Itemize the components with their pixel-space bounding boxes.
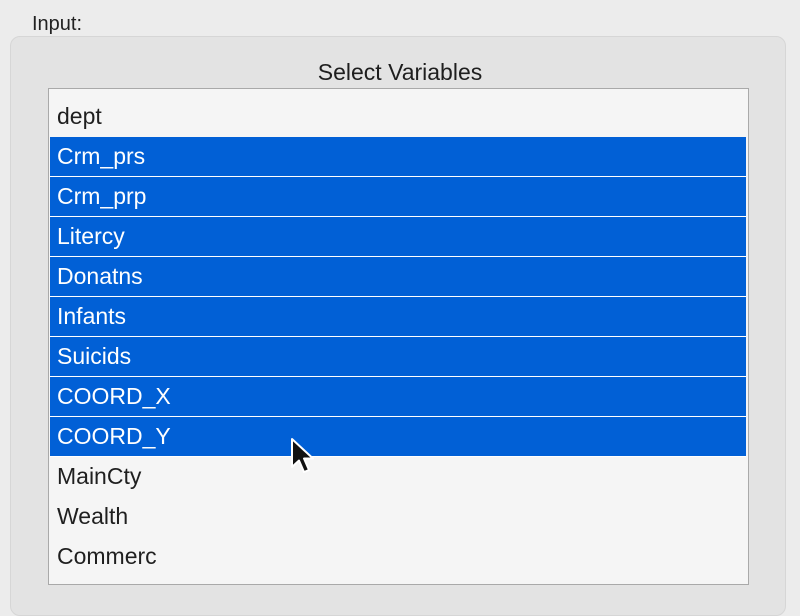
variable-item-litercy[interactable]: Litercy bbox=[50, 217, 746, 257]
variable-item-label: Infants bbox=[57, 303, 127, 329]
variable-item-suicids[interactable]: Suicids bbox=[50, 337, 746, 377]
variable-item-label: MainCty bbox=[57, 463, 142, 489]
list-title: Select Variables bbox=[317, 59, 483, 85]
variable-item-label: Crm_prs bbox=[57, 143, 146, 169]
variable-item-crm-prs[interactable]: Crm_prs bbox=[50, 137, 746, 177]
variable-item-label: COORD_X bbox=[57, 383, 171, 409]
variable-item-mainctly[interactable]: MainCty bbox=[50, 457, 746, 497]
variable-item-coord-x[interactable]: COORD_X bbox=[50, 377, 746, 417]
variable-listbox[interactable]: dept Crm_prs Crm_prp Litercy Donatns Inf… bbox=[48, 88, 749, 585]
variable-list-items: dept Crm_prs Crm_prp Litercy Donatns Inf… bbox=[50, 97, 746, 577]
variable-item-coord-y[interactable]: COORD_Y bbox=[50, 417, 746, 457]
variable-item-label: dept bbox=[57, 103, 102, 129]
variable-item-label: Wealth bbox=[57, 503, 129, 529]
variable-item-dept[interactable]: dept bbox=[50, 97, 746, 137]
variable-item-wealth[interactable]: Wealth bbox=[50, 497, 746, 537]
variable-item-donatns[interactable]: Donatns bbox=[50, 257, 746, 297]
variable-item-label: Suicids bbox=[57, 343, 132, 369]
variable-item-label: COORD_Y bbox=[57, 423, 171, 449]
variable-item-commerc[interactable]: Commerc bbox=[50, 537, 746, 577]
input-label: Input: bbox=[32, 13, 83, 35]
variable-item-infants[interactable]: Infants bbox=[50, 297, 746, 337]
variable-item-label: Donatns bbox=[57, 263, 143, 289]
variable-item-label: Crm_prp bbox=[57, 183, 147, 209]
variable-item-label: Commerc bbox=[57, 543, 157, 569]
variable-item-label: Litercy bbox=[57, 223, 125, 249]
variable-item-crm-prp[interactable]: Crm_prp bbox=[50, 177, 746, 217]
